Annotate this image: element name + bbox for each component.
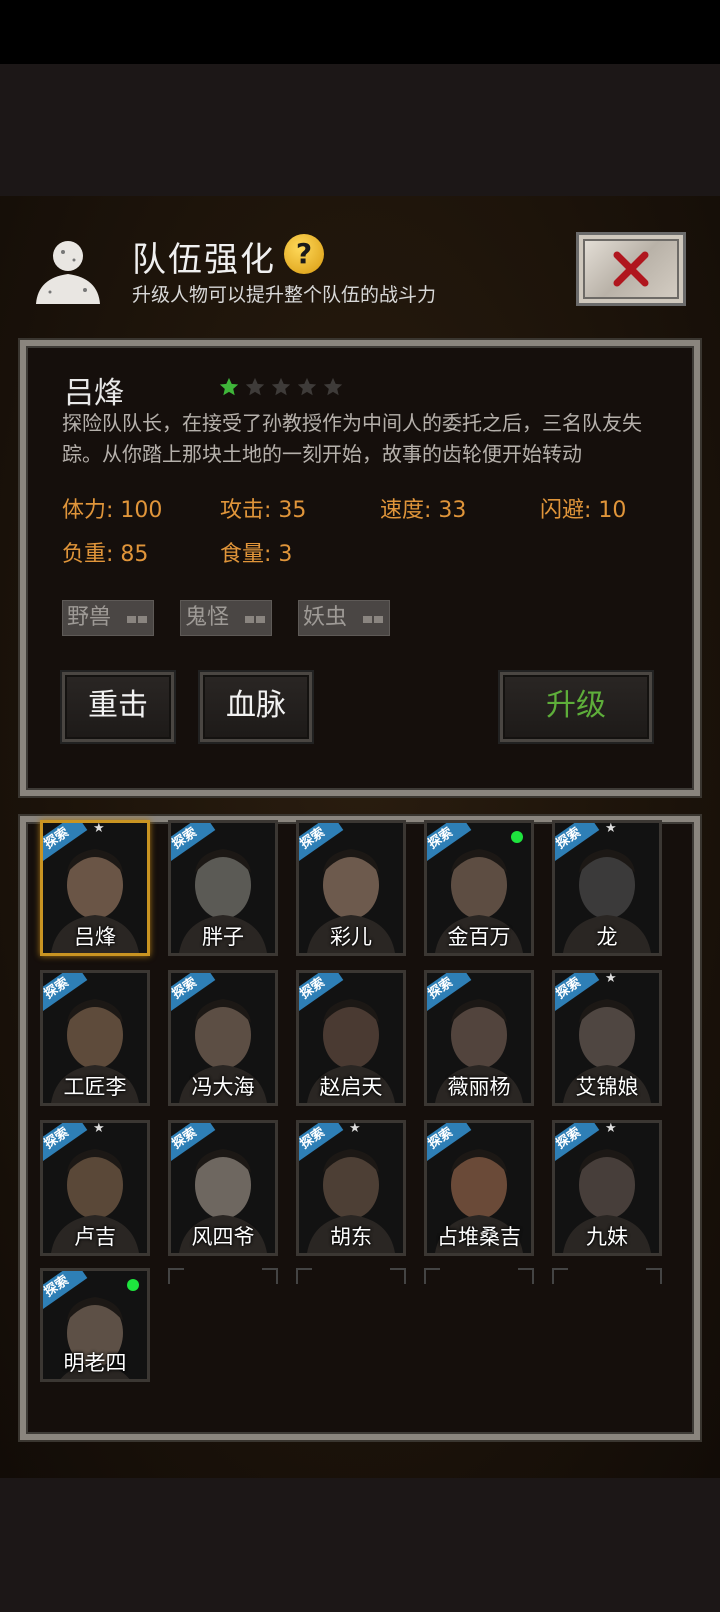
star-empty-icon xyxy=(245,377,265,396)
star-empty-icon xyxy=(271,377,291,396)
character-card[interactable]: 探索 风四爷 xyxy=(168,1120,278,1256)
tag-label: 鬼怪 xyxy=(185,605,230,630)
character-card[interactable]: 探索 冯大海 xyxy=(168,970,278,1106)
character-card-name: 胡东 xyxy=(330,1225,372,1249)
character-card[interactable]: 探索 胖子 xyxy=(168,820,278,956)
star-icon: ★ xyxy=(605,971,617,986)
tag-label: 妖虫 xyxy=(303,605,348,630)
status-dot xyxy=(127,1279,139,1291)
page-subtitle: 升级人物可以提升整个队伍的战斗力 xyxy=(132,284,437,306)
status-bar xyxy=(0,0,720,64)
tag-dots xyxy=(127,616,147,623)
tag-dots xyxy=(245,616,265,623)
close-x-icon xyxy=(613,251,649,287)
character-card-name: 九妹 xyxy=(586,1225,628,1249)
question-icon[interactable]: ? xyxy=(284,234,324,274)
character-card[interactable]: 探索 彩儿 xyxy=(296,820,406,956)
character-card-name: 冯大海 xyxy=(191,1075,255,1099)
character-card[interactable]: 探索 ★ 卢吉 xyxy=(40,1120,150,1256)
character-card[interactable]: 探索 明老四 xyxy=(40,1268,150,1382)
star-empty-icon xyxy=(297,377,317,396)
character-card-name: 龙 xyxy=(596,925,618,949)
character-card[interactable]: 探索 薇丽杨 xyxy=(424,970,534,1106)
character-card-name: 工匠李 xyxy=(63,1075,127,1099)
status-dot xyxy=(511,831,523,843)
character-description: 探险队队长，在接受了孙教授作为中间人的委托之后，三名队友失踪。从你踏上那块土地的… xyxy=(62,411,642,466)
page-title: 队伍强化 xyxy=(132,240,276,280)
stat-food: 食量: 3 xyxy=(220,542,293,567)
empty-character-slot xyxy=(168,1268,278,1388)
star-icon: ★ xyxy=(605,1121,617,1136)
character-card[interactable]: 探索 金百万 xyxy=(424,820,534,956)
star-rating xyxy=(218,376,344,398)
star-icon: ★ xyxy=(349,1121,361,1136)
tag-ghost: 鬼怪 xyxy=(180,600,272,636)
close-button[interactable] xyxy=(576,232,686,306)
character-card-name: 卢吉 xyxy=(74,1225,116,1249)
character-card[interactable]: 探索 ★ 吕烽 xyxy=(40,820,150,956)
character-card[interactable]: 探索 ★ 九妹 xyxy=(552,1120,662,1256)
bottom-margin xyxy=(0,1478,720,1612)
character-card-name: 明老四 xyxy=(63,1351,127,1375)
character-card-name: 金百万 xyxy=(447,925,511,949)
star-icon: ★ xyxy=(93,1121,105,1136)
character-card[interactable]: 探索 ★ 艾锦娘 xyxy=(552,970,662,1106)
character-card-name: 赵启天 xyxy=(319,1075,383,1099)
stat-attack: 攻击: 35 xyxy=(220,498,307,523)
avatar-silhouette-icon xyxy=(36,241,100,304)
skill-heavy-strike-button[interactable]: 重击 xyxy=(62,672,174,742)
character-card-name: 吕烽 xyxy=(74,925,116,949)
character-card[interactable]: 探索 ★ 胡东 xyxy=(296,1120,406,1256)
tag-dots xyxy=(363,616,383,623)
empty-character-slot xyxy=(552,1268,662,1388)
stat-dodge: 闪避: 10 xyxy=(540,498,627,523)
top-margin xyxy=(0,64,720,196)
upgrade-button[interactable]: 升级 xyxy=(500,672,652,742)
character-card[interactable]: 探索 占堆桑吉 xyxy=(424,1120,534,1256)
empty-character-slot xyxy=(296,1268,406,1388)
star-icon: ★ xyxy=(605,821,617,836)
character-card[interactable]: 探索 ★ 龙 xyxy=(552,820,662,956)
character-card-name: 彩儿 xyxy=(330,925,372,949)
tag-insect: 妖虫 xyxy=(298,600,390,636)
character-card[interactable]: 探索 工匠李 xyxy=(40,970,150,1106)
character-card[interactable]: 探索 赵启天 xyxy=(296,970,406,1106)
star-empty-icon xyxy=(323,377,343,396)
tag-beast: 野兽 xyxy=(62,600,154,636)
empty-character-slot xyxy=(424,1268,534,1388)
character-card-name: 胖子 xyxy=(202,925,244,949)
character-card-name: 艾锦娘 xyxy=(575,1075,639,1099)
star-filled-icon xyxy=(219,377,239,396)
skill-bloodline-button[interactable]: 血脉 xyxy=(200,672,312,742)
tag-label: 野兽 xyxy=(67,605,112,630)
character-name: 吕烽 xyxy=(64,376,124,411)
stat-speed: 速度: 33 xyxy=(380,498,467,523)
character-card-name: 风四爷 xyxy=(191,1225,255,1249)
character-card-name: 薇丽杨 xyxy=(447,1075,511,1099)
star-icon: ★ xyxy=(93,821,105,836)
stat-stamina: 体力: 100 xyxy=(62,498,163,523)
character-card-name: 占堆桑吉 xyxy=(437,1225,521,1249)
stat-load: 负重: 85 xyxy=(62,542,149,567)
